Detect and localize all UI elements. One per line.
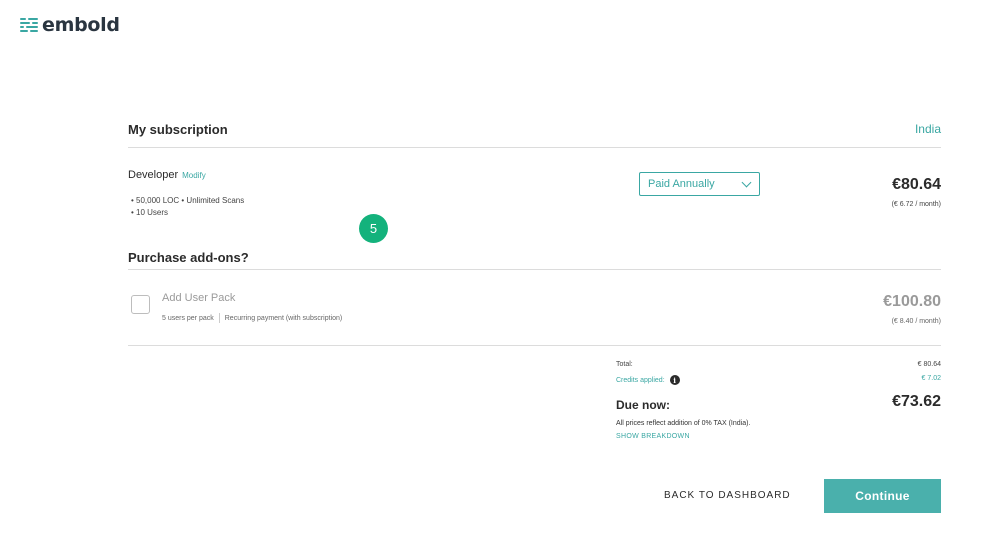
addon-price-monthly: (€ 8.40 / month) (891, 318, 941, 325)
addon-per-pack: 5 users per pack (162, 314, 214, 322)
subscription-price: €80.64 (892, 176, 941, 193)
addon-payment: Recurring payment (with subscription) (224, 314, 343, 322)
divider (128, 147, 941, 148)
addon-price: €100.80 (883, 293, 941, 310)
divider (128, 269, 941, 270)
show-breakdown-link[interactable]: SHOW BREAKDOWN (616, 433, 690, 440)
logo-text: embold (42, 14, 120, 36)
plan-name: Developer Modify (128, 169, 206, 181)
plan-features: • 50,000 LOC • Unlimited Scans • 10 User… (131, 195, 244, 219)
separator (218, 313, 220, 323)
plan-feature-item: • 10 Users (131, 208, 169, 217)
step-badge: 5 (359, 214, 388, 243)
logo-icon (20, 15, 38, 35)
plan-name-label: Developer (128, 169, 179, 181)
credits-applied: Credits applied: i (616, 375, 680, 385)
subscription-title: My subscription (128, 122, 228, 137)
modify-plan-link[interactable]: Modify (182, 171, 206, 180)
due-now-label: Due now: (616, 398, 670, 412)
country-link[interactable]: India (915, 122, 941, 136)
addon-name: Add User Pack (162, 292, 236, 304)
total-label: Total: (616, 361, 633, 368)
chevron-down-icon (741, 177, 752, 187)
back-to-dashboard-link[interactable]: BACK TO DASHBOARD (664, 490, 791, 501)
plan-feature-item: • 50,000 LOC • Unlimited Scans (131, 196, 245, 205)
tax-note: All prices reflect addition of 0% TAX (I… (616, 420, 751, 427)
billing-period-select[interactable]: Paid Annually (639, 172, 760, 196)
due-now-value: €73.62 (892, 393, 941, 410)
brand-logo[interactable]: embold (20, 14, 120, 36)
addons-title: Purchase add-ons? (128, 250, 249, 265)
subscription-price-monthly: (€ 6.72 / month) (891, 201, 941, 208)
continue-button[interactable]: Continue (824, 479, 941, 513)
credits-label: Credits applied: (616, 376, 665, 384)
info-icon[interactable]: i (669, 375, 680, 385)
add-user-pack-checkbox[interactable] (131, 295, 150, 314)
credits-value: € 7.02 (921, 375, 941, 382)
total-value: € 80.64 (917, 361, 941, 368)
divider (128, 345, 941, 346)
addon-description: 5 users per pack Recurring payment (with… (162, 313, 342, 323)
billing-period-value: Paid Annually (648, 178, 715, 190)
